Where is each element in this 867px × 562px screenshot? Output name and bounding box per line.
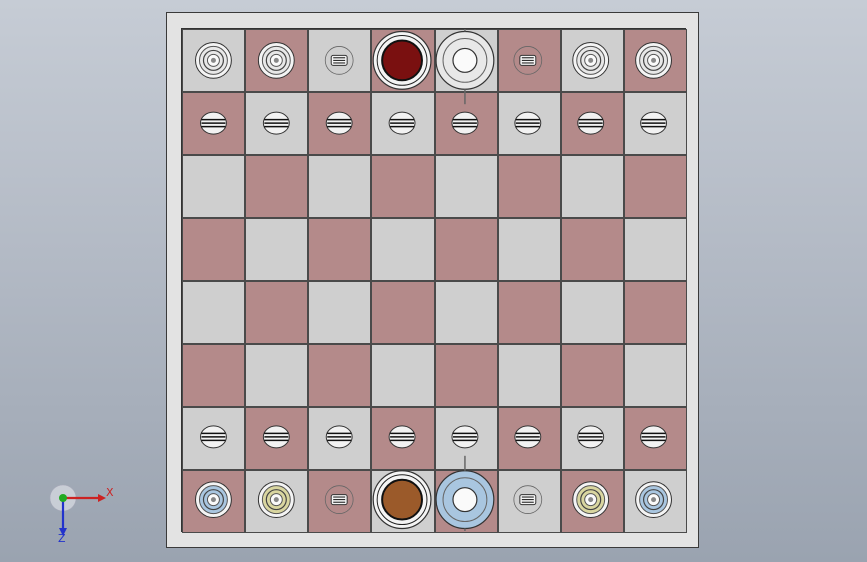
light-bishop-piece[interactable] — [513, 485, 543, 514]
dark-bishop-piece[interactable] — [513, 46, 543, 75]
dark-rook-piece[interactable] — [195, 41, 232, 79]
cad-viewport[interactable]: X Z — [0, 0, 867, 562]
light-rook-piece[interactable] — [635, 481, 672, 519]
chess-pieces — [195, 29, 672, 531]
light-bishop-piece[interactable] — [324, 485, 354, 514]
chess-board[interactable] — [181, 28, 687, 533]
dark-bishop-piece[interactable] — [324, 46, 354, 75]
dark-knight-piece[interactable] — [572, 41, 610, 79]
dark-pawn-piece[interactable] — [199, 111, 227, 135]
x-axis-arrowhead — [98, 494, 106, 502]
light-rook-piece[interactable] — [195, 481, 232, 519]
dark-knight-piece[interactable] — [257, 41, 295, 79]
dark-pawn-piece[interactable] — [451, 111, 479, 135]
light-pawn-piece[interactable] — [262, 425, 290, 449]
dark-pawn-piece[interactable] — [514, 111, 542, 135]
light-pawn-piece[interactable] — [514, 425, 542, 449]
dark-pawn-piece[interactable] — [262, 111, 290, 135]
light-king-piece[interactable] — [435, 455, 495, 531]
dark-pawn-piece[interactable] — [577, 111, 605, 135]
dark-pawn-piece[interactable] — [388, 111, 416, 135]
light-queen-piece[interactable] — [372, 470, 432, 530]
z-axis-label: Z — [58, 532, 66, 544]
light-pawn-piece[interactable] — [577, 425, 605, 449]
dark-queen-piece[interactable] — [372, 30, 432, 90]
dark-pawn-piece[interactable] — [640, 111, 668, 135]
light-knight-piece[interactable] — [257, 481, 295, 519]
light-pawn-piece[interactable] — [640, 425, 668, 449]
dark-pawn-piece[interactable] — [325, 111, 353, 135]
light-knight-piece[interactable] — [572, 481, 610, 519]
dark-king-piece[interactable] — [435, 29, 495, 105]
coordinate-triad-icon: X Z — [49, 484, 114, 544]
light-pawn-piece[interactable] — [325, 425, 353, 449]
light-pawn-piece[interactable] — [451, 425, 479, 449]
x-axis-label: X — [106, 486, 114, 499]
light-pawn-piece[interactable] — [388, 425, 416, 449]
light-pawn-piece[interactable] — [199, 425, 227, 449]
dark-rook-piece[interactable] — [635, 41, 672, 79]
y-axis-dot — [59, 494, 67, 502]
